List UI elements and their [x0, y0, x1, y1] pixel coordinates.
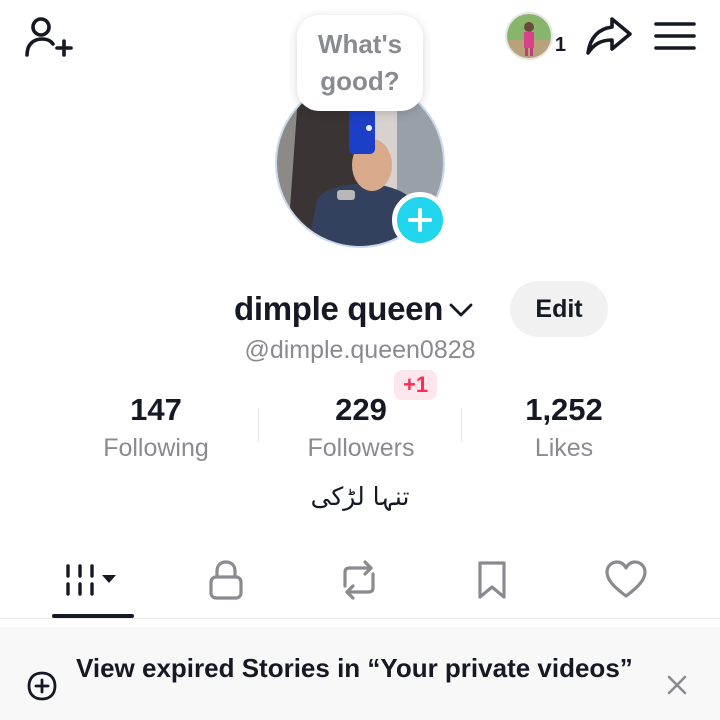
likes-stat[interactable]: 1,252 Likes	[464, 392, 664, 463]
username: @dimple.queen0828	[244, 336, 476, 364]
banner-text: View expired Stories in “Your private vi…	[76, 653, 633, 683]
tabs-divider	[0, 618, 720, 619]
stat-divider	[461, 408, 462, 442]
display-name: dimple queen	[234, 290, 444, 327]
plus-icon	[408, 208, 432, 232]
share-arrow-icon	[586, 17, 632, 55]
close-icon	[667, 675, 687, 695]
share-button[interactable]	[584, 11, 634, 61]
followers-stat[interactable]: 229 Followers	[261, 392, 461, 463]
new-followers-badge: +1	[394, 370, 438, 400]
tab-private[interactable]	[181, 550, 271, 610]
banner-close-button[interactable]	[660, 668, 694, 702]
tab-favorites[interactable]	[447, 550, 537, 610]
person-add-icon	[25, 17, 73, 57]
viewer-count: 1	[554, 33, 566, 56]
stat-divider	[258, 408, 259, 442]
lock-icon	[209, 560, 243, 600]
following-count: 147	[130, 392, 182, 427]
chevron-down-icon	[449, 303, 473, 317]
videos-grid-icon	[66, 564, 116, 596]
hamburger-menu-icon	[654, 22, 696, 50]
add-friend-button[interactable]	[22, 12, 74, 62]
followers-label: Followers	[307, 434, 415, 462]
tab-liked[interactable]	[581, 550, 671, 610]
add-story-button[interactable]	[392, 192, 448, 248]
greeting-bubble[interactable]: What's good?	[297, 15, 423, 111]
profile-bio: تنہا لڑکی	[310, 482, 410, 511]
add-story-icon	[27, 671, 57, 701]
following-label: Following	[103, 434, 209, 462]
display-name-switcher[interactable]: dimple queen	[234, 284, 473, 334]
likes-count: 1,252	[525, 392, 603, 427]
likes-label: Likes	[534, 434, 594, 462]
viewer-avatar	[504, 12, 553, 60]
menu-button[interactable]	[652, 11, 698, 61]
repost-icon	[343, 560, 375, 600]
heart-icon	[605, 560, 647, 598]
following-stat[interactable]: 147 Following	[56, 392, 256, 463]
banner-icon-wrap	[26, 670, 58, 702]
bookmark-icon	[478, 561, 506, 599]
tab-videos[interactable]	[47, 550, 137, 610]
profile-viewers-button[interactable]: 1	[504, 12, 566, 60]
edit-profile-button[interactable]: Edit	[510, 281, 608, 337]
tab-reposts[interactable]	[314, 550, 404, 610]
